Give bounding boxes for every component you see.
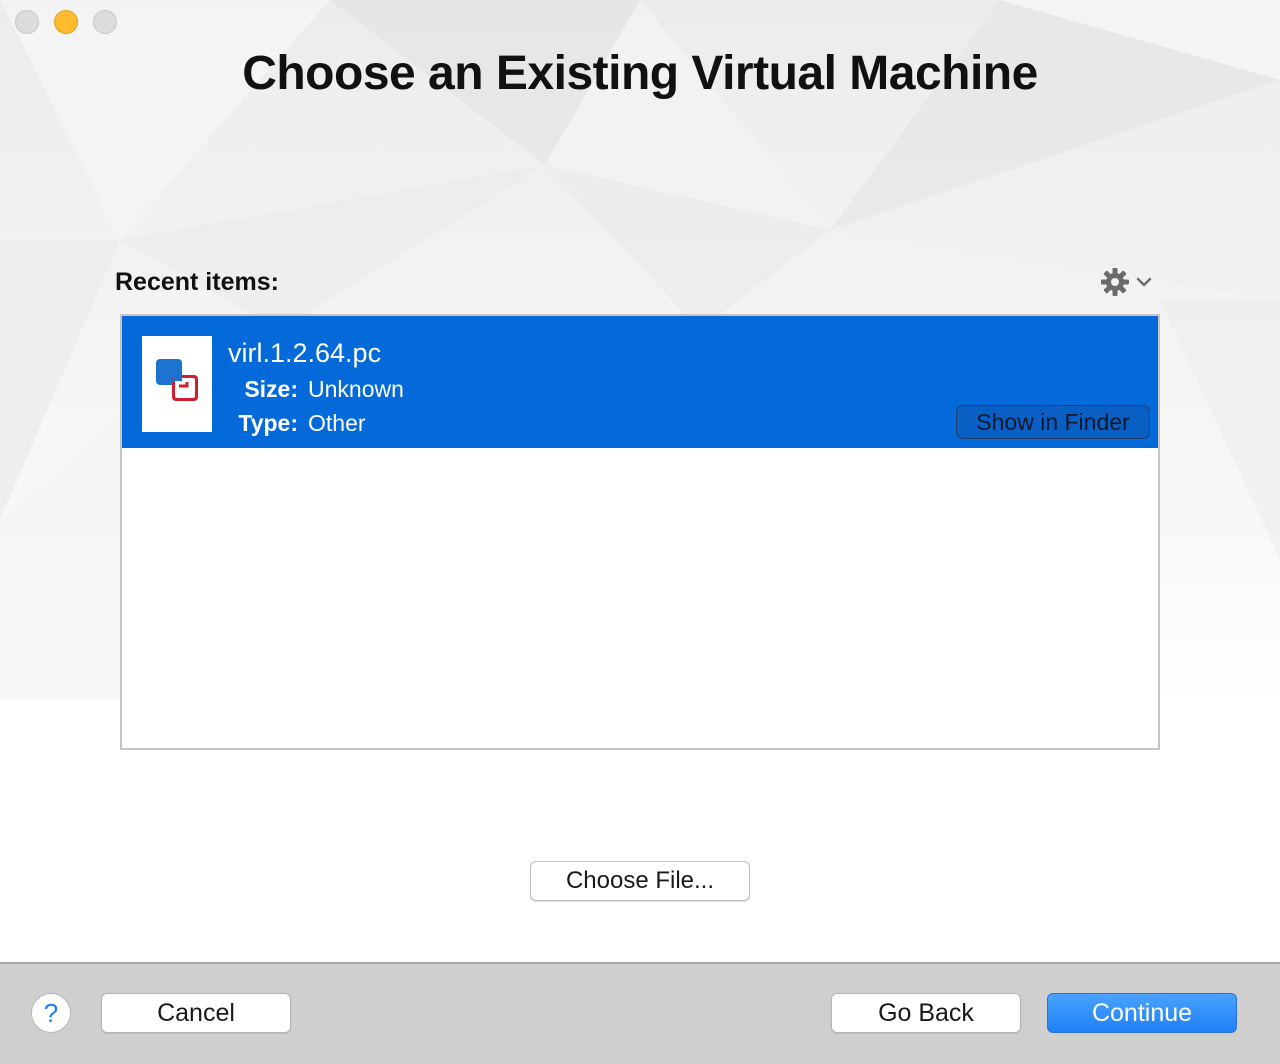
item-size-row: Size: Unknown xyxy=(228,376,404,403)
chevron-down-icon xyxy=(1136,277,1152,287)
file-thumbnail xyxy=(142,336,212,432)
help-button[interactable]: ? xyxy=(31,993,71,1033)
show-in-finder-button[interactable]: Show in Finder xyxy=(956,405,1150,439)
recent-items-list[interactable]: virl.1.2.64.pc Size: Unknown Type: Other S… xyxy=(120,314,1160,750)
footer-bar: ? Cancel Go Back Continue xyxy=(0,962,1280,1064)
minimize-window-button[interactable] xyxy=(54,10,78,34)
type-label: Type: xyxy=(238,410,298,436)
assistant-window: Choose an Existing Virtual Machine Recen… xyxy=(0,0,1280,1064)
go-back-button[interactable]: Go Back xyxy=(831,993,1021,1033)
item-filename: virl.1.2.64.pc xyxy=(228,338,382,368)
zoom-window-button[interactable] xyxy=(93,10,117,34)
close-window-button[interactable] xyxy=(15,10,39,34)
list-item[interactable]: virl.1.2.64.pc Size: Unknown Type: Other S… xyxy=(122,316,1158,448)
cancel-button[interactable]: Cancel xyxy=(101,993,291,1033)
continue-button[interactable]: Continue xyxy=(1047,993,1237,1033)
size-label: Size: xyxy=(244,376,298,402)
gear-menu-button[interactable] xyxy=(1100,266,1160,298)
choose-file-button[interactable]: Choose File... xyxy=(530,861,750,901)
page-title: Choose an Existing Virtual Machine xyxy=(242,47,1038,100)
gear-icon xyxy=(1101,268,1129,296)
type-value: Other xyxy=(308,410,366,436)
vmware-fusion-icon xyxy=(156,359,198,401)
window-controls xyxy=(15,10,117,34)
recent-items-label: Recent items: xyxy=(115,268,279,296)
size-value: Unknown xyxy=(308,376,404,402)
item-type-row: Type: Other xyxy=(228,410,366,437)
